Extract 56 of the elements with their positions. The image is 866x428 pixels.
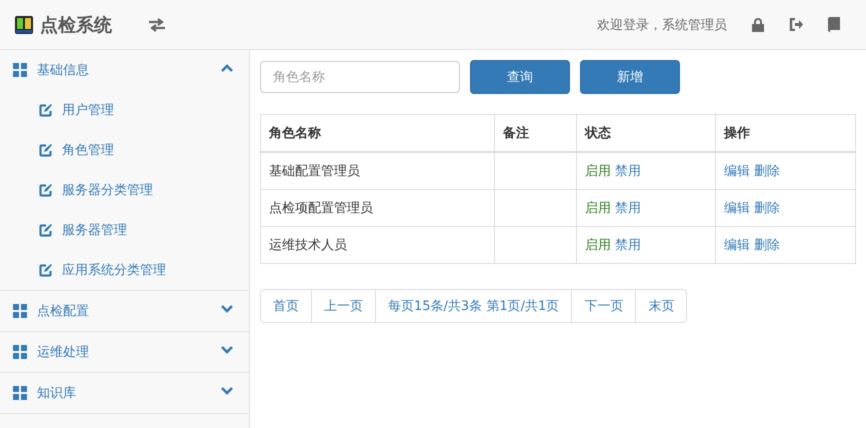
lock-icon[interactable] <box>752 18 764 32</box>
chevron-down-icon <box>221 305 233 313</box>
edit-icon <box>39 264 52 276</box>
edit-icon <box>39 184 52 196</box>
edit-icon <box>39 224 52 236</box>
welcome-text: 欢迎登录，系统管理员 <box>597 16 727 34</box>
menu-item[interactable]: 角色管理 <box>0 130 249 170</box>
edit-icon <box>39 144 52 156</box>
status-link[interactable]: 启用 <box>585 199 611 217</box>
grid-icon <box>13 386 27 400</box>
action-link[interactable]: 编辑 <box>724 236 750 254</box>
pagination-item[interactable]: 末页 <box>635 290 686 322</box>
pagination-item[interactable]: 首页 <box>261 290 311 322</box>
books-icon <box>14 14 34 34</box>
menu-group[interactable]: 知识库 <box>0 373 249 413</box>
search-field[interactable]: 角色名称 <box>260 61 460 93</box>
status-link[interactable]: 启用 <box>585 162 611 180</box>
status-link[interactable]: 禁用 <box>615 236 641 254</box>
action-link[interactable]: 编辑 <box>724 162 750 180</box>
status-link[interactable]: 禁用 <box>615 199 641 217</box>
column-header: 操作 <box>716 114 856 152</box>
chevron-down-icon <box>221 387 233 395</box>
table-cell: 基础配置管理员 <box>260 152 494 190</box>
action-link[interactable]: 删除 <box>754 162 780 180</box>
menu-item[interactable]: 用户管理 <box>0 90 249 130</box>
toolbar-button[interactable]: 新增 <box>580 60 680 94</box>
menu-group[interactable]: 运维处理 <box>0 332 249 372</box>
app-title: 点检系统 <box>40 14 112 36</box>
column-header: 状态 <box>576 114 716 152</box>
menu-group[interactable]: 点检配置 <box>0 291 249 331</box>
status-link[interactable]: 启用 <box>585 236 611 254</box>
action-link[interactable]: 编辑 <box>724 199 750 217</box>
grid-icon <box>13 345 27 359</box>
status-link[interactable]: 禁用 <box>615 162 641 180</box>
table-cell: 运维技术人员 <box>260 226 494 264</box>
column-header: 备注 <box>494 114 576 152</box>
grid-icon <box>13 63 27 77</box>
sign-out-icon[interactable] <box>789 18 803 31</box>
pagination-item[interactable]: 上一页 <box>311 290 375 322</box>
action-link[interactable]: 删除 <box>754 236 780 254</box>
pagination-item[interactable]: 每页15条/共3条 第1页/共1页 <box>375 290 572 322</box>
grid-icon <box>13 304 27 318</box>
chevron-down-icon <box>221 346 233 354</box>
table-cell: 点检项配置管理员 <box>260 190 494 226</box>
edit-icon <box>39 104 52 116</box>
chevron-up-icon <box>221 64 233 72</box>
menu-item[interactable]: 服务器分类管理 <box>0 170 249 210</box>
pagination-item[interactable]: 下一页 <box>571 290 636 322</box>
menu-group[interactable]: 基础信息 <box>0 50 249 90</box>
toolbar-button[interactable]: 查询 <box>470 60 570 94</box>
book-icon[interactable] <box>828 17 840 32</box>
menu-item[interactable]: 应用系统分类管理 <box>0 250 249 290</box>
column-header: 角色名称 <box>260 114 494 152</box>
swap-arrows-icon[interactable] <box>148 18 166 32</box>
menu-item[interactable]: 服务器管理 <box>0 210 249 250</box>
action-link[interactable]: 删除 <box>754 199 780 217</box>
